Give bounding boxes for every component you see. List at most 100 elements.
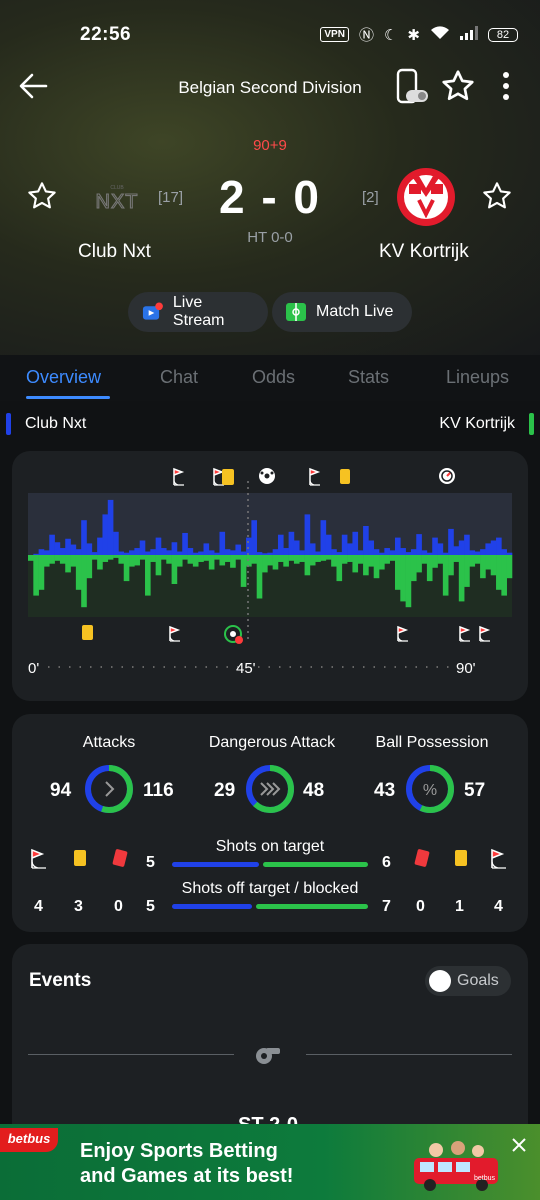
away-pressure-bar [219,555,226,566]
away-team-logo[interactable] [395,166,457,228]
away-pressure-bar [235,555,242,560]
attacks-label: Attacks [82,734,136,751]
corner-icon [479,625,491,642]
yellow-card-icon [222,469,234,485]
away-pressure-bar [256,555,263,599]
possession-ring: % [406,765,454,813]
home-pressure-bar [70,544,77,555]
away-pressure-bar [214,555,220,560]
home-pressure-bar [432,537,438,555]
events-card: Events Goals ST 2-0 [12,944,528,1144]
match-live-label: Match Live [316,303,394,320]
away-pressure-bar [49,555,55,564]
away-pressure-bar [272,555,279,570]
shots-on-away-bar [263,862,368,867]
signal-icon [460,25,478,44]
match-stats-card: Attacks Dangerous Attack Ball Possession… [12,714,528,932]
away-pressure-bar [347,555,353,562]
away-pressure-bar [400,555,406,602]
away-pressure-bar [75,555,82,590]
home-pressure-bar [368,540,375,555]
tab-odds[interactable]: Odds [252,367,295,388]
favorite-away-button[interactable] [481,180,513,212]
away-pressure-bar [315,555,321,562]
more-vertical-icon [503,72,509,100]
more-options-button[interactable] [492,68,520,104]
away-pressure-bar [474,555,481,564]
home-corners-count: 4 [34,898,43,915]
away-pressure-bar [134,555,140,566]
home-pressure-bar [304,514,311,555]
home-color-marker [6,413,11,435]
home-pressure-bar [336,552,343,555]
dangerous-away: 48 [303,780,325,801]
goals-toggle-label: Goals [457,972,499,989]
home-pressure-bar [251,520,258,555]
tab-stats[interactable]: Stats [348,367,389,388]
possession-home: 43 [374,780,396,801]
away-pressure-bar [352,555,359,573]
away-team-rank: [2] [362,189,379,206]
home-pressure-bar [208,550,215,555]
corner-icon [491,848,506,869]
home-pressure-bar [33,553,39,555]
ad-banner[interactable]: betbus Enjoy Sports Betting and Games at… [0,1124,540,1200]
away-pressure-bar [373,555,380,579]
vpn-icon: VPN [320,27,349,42]
home-pressure-bar [65,538,71,555]
shots-on-home: 5 [146,854,155,871]
bus-illustration: betbus [414,1141,498,1191]
away-pressure-bar [38,555,45,590]
ad-brand-logo: betbus [0,1128,58,1152]
away-pressure-bar [368,555,375,567]
tab-active-indicator [26,396,110,399]
home-pressure-bar [299,550,305,555]
away-pressure-bar [240,555,247,587]
away-pressure-bar [43,555,50,567]
ball-possession-label: Ball Possession [375,734,489,751]
home-pressure-bar [59,548,66,555]
home-pressure-bar [352,531,359,555]
momentum-chart: 0' 45' 90' [28,467,513,677]
away-team-name[interactable]: KV Kortrijk [379,241,469,263]
favorite-match-button[interactable] [440,68,476,104]
yellow-card-icon [74,850,86,866]
home-pressure-bar [464,534,470,555]
away-pressure-bar [171,555,178,584]
home-pressure-bar [187,548,194,555]
tab-overview[interactable]: Overview [26,367,101,388]
yellow-card-icon [82,625,93,640]
away-pressure-bar [54,555,61,561]
tab-lineups[interactable]: Lineups [446,367,509,388]
phone-widget-button[interactable] [394,66,430,106]
home-pressure-bar [129,550,135,555]
away-pressure-bar [480,555,486,579]
bluetooth-icon: ✱ [407,26,420,44]
goals-only-toggle[interactable]: Goals [425,966,511,996]
ad-close-button[interactable] [508,1134,530,1156]
away-pressure-bar [86,555,93,579]
chevron-right-icon [105,781,115,797]
match-momentum-card: 0' 45' 90' [12,451,528,701]
away-pressure-bar [129,555,135,567]
shots-off-away: 7 [382,898,391,915]
home-pressure-bar [283,548,289,555]
away-pressure-bar [469,555,476,567]
home-team-name[interactable]: Club Nxt [78,241,151,263]
tab-chat[interactable]: Chat [160,367,198,388]
home-pressure-bar [182,532,188,555]
live-stream-button[interactable]: Live Stream [128,292,268,332]
svg-text:betbus: betbus [474,1175,496,1182]
away-pressure-bar [59,555,66,564]
yellow-card-icon [455,850,467,866]
match-score: 2 - 0 [218,171,322,223]
away-pressure-bar [490,555,497,576]
away-pressure-bar [28,555,34,561]
away-yellow-count: 1 [455,898,464,915]
away-pressure-bar [442,555,449,596]
match-live-button[interactable]: Match Live [272,292,412,332]
home-pressure-bar [426,552,433,555]
home-pressure-bar [442,552,449,555]
home-pressure-bar [490,540,497,555]
fast-forward-icon [260,782,281,796]
